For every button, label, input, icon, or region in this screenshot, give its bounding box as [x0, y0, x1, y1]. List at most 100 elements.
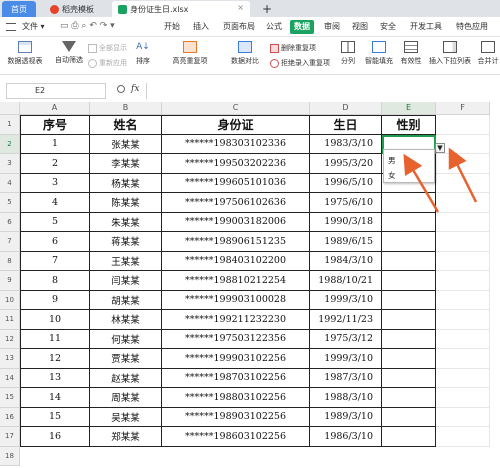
table-cell[interactable]: 贾某某 — [90, 349, 162, 369]
table-cell[interactable]: 1989/3/10 — [310, 407, 382, 427]
empty-cell[interactable] — [436, 193, 490, 213]
table-cell[interactable]: ******199211232230 — [162, 310, 310, 330]
empty-cell[interactable] — [436, 173, 490, 193]
table-cell[interactable]: 5 — [20, 212, 90, 232]
table-cell[interactable]: 林某某 — [90, 310, 162, 330]
row-header[interactable]: 7 — [0, 232, 20, 252]
row-header[interactable]: 10 — [0, 290, 20, 310]
row-header[interactable]: 3 — [0, 154, 20, 174]
table-cell[interactable]: 1996/5/10 — [310, 173, 382, 193]
table-cell[interactable]: 6 — [20, 232, 90, 252]
table-cell[interactable]: 1995/3/20 — [310, 154, 382, 174]
table-cell[interactable]: 闫某某 — [90, 271, 162, 291]
reapply-button[interactable]: 重新应用 — [88, 58, 127, 68]
menu-data[interactable]: 数据 — [290, 20, 314, 34]
gender-cell[interactable] — [382, 212, 436, 232]
row-header[interactable]: 1 — [0, 115, 20, 135]
menu-review[interactable]: 审阅 — [320, 20, 344, 34]
table-cell[interactable]: 1983/3/10 — [310, 134, 382, 154]
table-cell[interactable]: 1988/10/21 — [310, 271, 382, 291]
toolbar-quick-icons[interactable]: ▭ ⎙ ⌕ ↶ ↷ ▾ — [60, 21, 115, 31]
table-cell[interactable]: 1984/3/10 — [310, 251, 382, 271]
magnifier-icon[interactable] — [117, 85, 125, 93]
row-header[interactable]: 12 — [0, 329, 20, 349]
empty-cell[interactable] — [436, 310, 490, 330]
header-cell[interactable]: 姓名 — [90, 115, 162, 135]
column-header[interactable]: C — [162, 102, 310, 115]
table-cell[interactable]: 12 — [20, 349, 90, 369]
table-cell[interactable]: 杨某某 — [90, 173, 162, 193]
table-cell[interactable]: 1999/3/10 — [310, 349, 382, 369]
table-cell[interactable]: 9 — [20, 290, 90, 310]
autofilter-button[interactable]: 自动筛选 — [52, 41, 86, 65]
menu-security[interactable]: 安全 — [376, 20, 400, 34]
empty-cell[interactable] — [436, 115, 490, 135]
hamburger-icon[interactable] — [6, 23, 16, 31]
row-header[interactable]: 6 — [0, 212, 20, 232]
reject-duplicates-button[interactable]: 拒绝录入重复项 — [270, 58, 330, 68]
empty-cell[interactable] — [436, 329, 490, 349]
table-cell[interactable]: 周某某 — [90, 388, 162, 408]
table-cell[interactable]: 1988/3/10 — [310, 388, 382, 408]
table-cell[interactable]: 何某某 — [90, 329, 162, 349]
gender-cell[interactable] — [382, 388, 436, 408]
empty-cell[interactable] — [436, 251, 490, 271]
tab-workbook[interactable]: 身份证生日.xlsx × — [112, 1, 250, 17]
table-cell[interactable]: 4 — [20, 193, 90, 213]
table-cell[interactable]: 16 — [20, 427, 90, 447]
fx-icon[interactable]: fx — [131, 84, 139, 94]
tab-home[interactable]: 首页 — [2, 1, 36, 17]
table-cell[interactable]: ******198903102256 — [162, 407, 310, 427]
gender-cell[interactable] — [382, 368, 436, 388]
table-cell[interactable]: 8 — [20, 271, 90, 291]
table-cell[interactable]: 15 — [20, 407, 90, 427]
table-cell[interactable]: ******199605101036 — [162, 173, 310, 193]
row-header[interactable]: 11 — [0, 310, 20, 330]
row-header[interactable]: 15 — [0, 388, 20, 408]
table-cell[interactable]: ******198803102256 — [162, 388, 310, 408]
row-header[interactable]: 17 — [0, 427, 20, 447]
close-tab-icon[interactable]: × — [237, 3, 244, 12]
insert-dropdown-list-button[interactable]: 插入下拉列表 — [428, 41, 472, 66]
table-cell[interactable]: 张某某 — [90, 134, 162, 154]
table-cell[interactable]: 1990/3/18 — [310, 212, 382, 232]
gender-cell[interactable] — [382, 407, 436, 427]
header-cell[interactable]: 序号 — [20, 115, 90, 135]
table-cell[interactable]: 王某某 — [90, 251, 162, 271]
menu-developer[interactable]: 开发工具 — [406, 20, 446, 34]
table-cell[interactable]: ******198703102256 — [162, 368, 310, 388]
row-header[interactable]: 2 — [0, 134, 20, 154]
header-cell[interactable]: 性别 — [382, 115, 436, 135]
pivot-table-button[interactable]: 数据透视表 — [6, 41, 44, 66]
table-cell[interactable]: ******197503122356 — [162, 329, 310, 349]
column-header[interactable]: A — [20, 102, 90, 115]
dropdown-option-female[interactable]: 女 — [388, 170, 396, 181]
menu-page-layout[interactable]: 页面布局 — [219, 20, 259, 34]
validity-button[interactable]: 有效性 — [396, 41, 426, 66]
column-header[interactable]: F — [436, 102, 490, 115]
table-cell[interactable]: 14 — [20, 388, 90, 408]
gender-cell[interactable] — [382, 232, 436, 252]
split-column-button[interactable]: 分列 — [338, 41, 358, 66]
gender-cell[interactable] — [382, 193, 436, 213]
table-cell[interactable]: ******198403102200 — [162, 251, 310, 271]
empty-cell[interactable] — [436, 232, 490, 252]
smart-fill-button[interactable]: 智能填充 — [362, 41, 396, 66]
table-cell[interactable]: 7 — [20, 251, 90, 271]
empty-cell[interactable] — [436, 271, 490, 291]
table-cell[interactable]: 1975/6/10 — [310, 193, 382, 213]
merge-calc-button[interactable]: 合并计 — [476, 41, 500, 66]
gender-cell[interactable] — [382, 310, 436, 330]
menu-view[interactable]: 视图 — [348, 20, 372, 34]
table-cell[interactable]: 1989/6/15 — [310, 232, 382, 252]
menu-formula[interactable]: 公式 — [262, 20, 286, 34]
row-header[interactable]: 13 — [0, 349, 20, 369]
row-header[interactable]: 4 — [0, 173, 20, 193]
empty-cell[interactable] — [436, 407, 490, 427]
table-cell[interactable]: 2 — [20, 154, 90, 174]
table-cell[interactable]: 陈某某 — [90, 193, 162, 213]
gender-cell[interactable] — [382, 329, 436, 349]
table-cell[interactable]: ******199903100028 — [162, 290, 310, 310]
row-header[interactable]: 14 — [0, 368, 20, 388]
row-header[interactable]: 8 — [0, 251, 20, 271]
